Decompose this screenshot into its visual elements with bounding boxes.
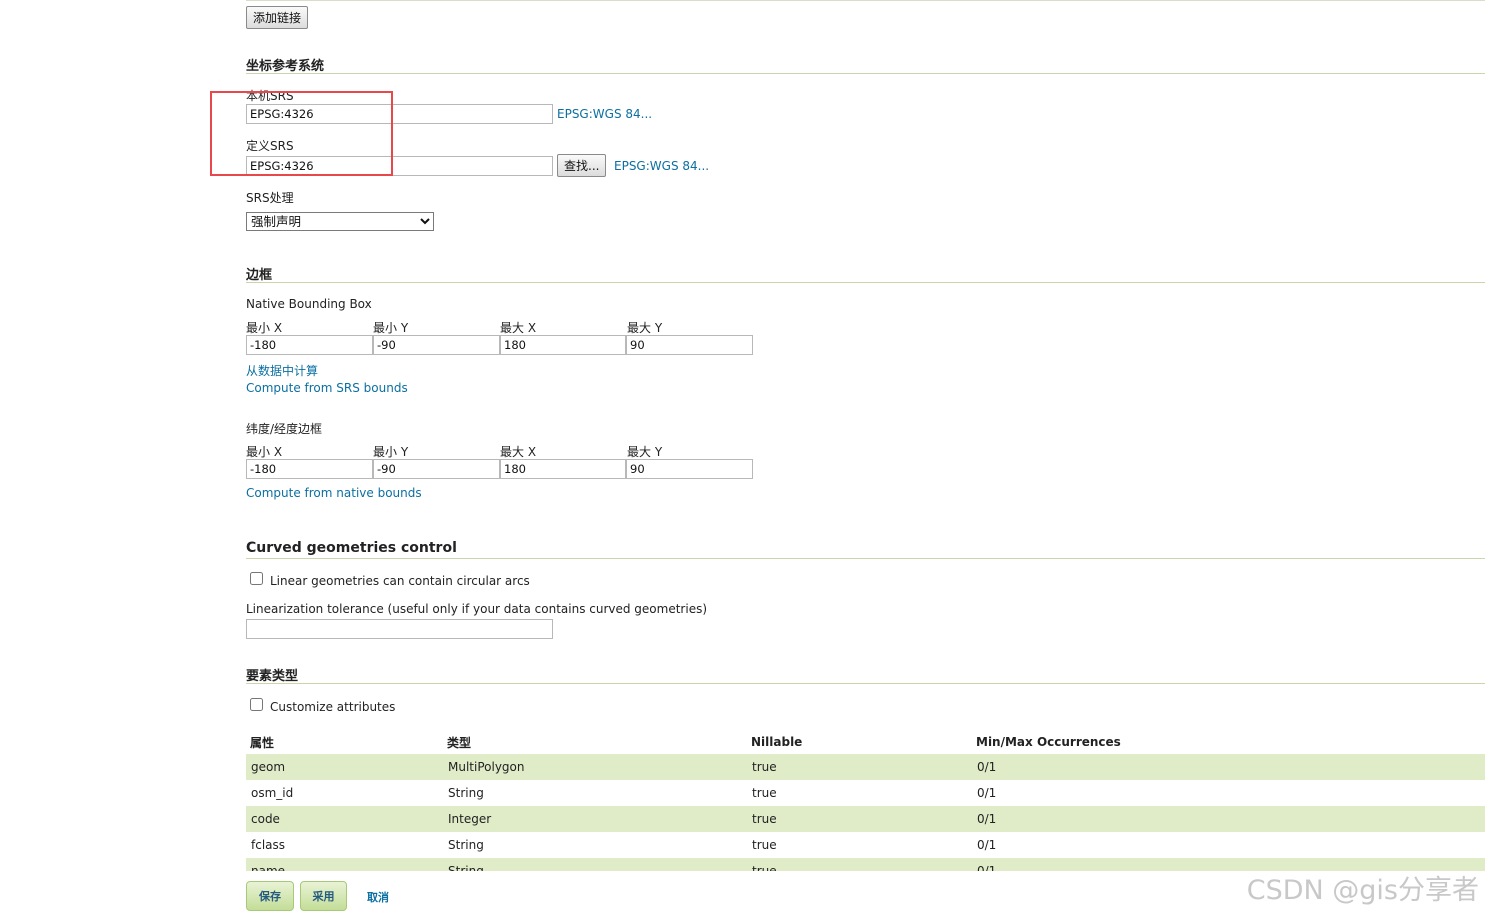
save-button[interactable]: 保存 [246,881,294,911]
latlon-miny-input[interactable] [373,459,500,479]
cell-nillable: true [752,838,777,852]
table-row: code Integer true 0/1 [246,806,1485,832]
latlon-maxx-header: 最大 X [500,445,537,459]
native-maxx-input[interactable] [500,335,626,355]
compute-from-srs-link[interactable]: Compute from SRS bounds [246,381,408,395]
cell-occurrences: 0/1 [977,838,997,852]
latlon-bbox-label: 纬度/经度边框 [246,422,323,436]
latlon-maxy-input[interactable] [626,459,753,479]
latlon-minx-input[interactable] [246,459,373,479]
circular-arcs-label: Linear geometries can contain circular a… [270,574,530,588]
customize-attributes-label: Customize attributes [270,700,396,714]
tolerance-input[interactable] [246,619,553,639]
cell-occurrences: 0/1 [977,786,997,800]
native-minx-input[interactable] [246,335,373,355]
cell-nillable: true [752,786,777,800]
native-srs-label: 本机SRS [246,89,294,103]
table-header-row: 属性 类型 Nillable Min/Max Occurrences [246,730,1485,754]
srs-handling-label: SRS处理 [246,191,294,205]
curved-section-title: Curved geometries control [246,540,1485,559]
add-link-button[interactable]: 添加链接 [246,6,309,29]
col-type: 类型 [447,735,472,750]
native-srs-link[interactable]: EPSG:WGS 84... [557,107,652,121]
srs-handling-select[interactable]: 强制声明 [246,212,434,231]
table-row: osm_id String true 0/1 [246,780,1485,806]
compute-from-data-link[interactable]: 从数据中计算 [246,362,318,379]
native-maxy-header: 最大 Y [627,321,663,335]
latlon-miny-header: 最小 Y [373,445,409,459]
declared-srs-label: 定义SRS [246,139,294,153]
customize-attributes-checkbox[interactable] [250,698,263,711]
cell-nillable: true [747,806,972,832]
cell-attribute: name [246,858,443,871]
attributes-table-container: 属性 类型 Nillable Min/Max Occurrences geom … [246,730,1485,871]
cell-type: String [448,786,484,800]
table-row: fclass String true 0/1 [246,832,1485,858]
cancel-link[interactable]: 取消 [367,889,389,905]
cell-occurrences: 0/1 [972,754,1485,780]
col-occurrences: Min/Max Occurrences [976,735,1121,749]
declared-srs-link[interactable]: EPSG:WGS 84... [614,159,709,173]
col-nillable: Nillable [751,735,803,749]
attributes-table: 属性 类型 Nillable Min/Max Occurrences geom … [246,730,1485,871]
cell-type: MultiPolygon [443,754,747,780]
latlon-maxy-header: 最大 Y [627,445,663,459]
native-bbox-label: Native Bounding Box [246,297,372,311]
table-row: geom MultiPolygon true 0/1 [246,754,1485,780]
find-srs-button[interactable]: 查找... [557,154,607,177]
circular-arcs-checkbox[interactable] [250,572,263,585]
native-maxy-input[interactable] [626,335,753,355]
top-divider [246,0,1485,1]
cell-occurrences: 0/1 [972,806,1485,832]
native-miny-input[interactable] [373,335,500,355]
cell-type: Integer [443,806,747,832]
native-srs-input[interactable] [246,104,553,124]
latlon-minx-header: 最小 X [246,445,283,459]
cell-attribute: osm_id [251,786,294,800]
bbox-section-title: 边框 [246,264,1485,283]
native-minx-header: 最小 X [246,321,283,335]
cell-attribute: code [246,806,443,832]
cell-attribute: fclass [251,838,286,852]
tolerance-label: Linearization tolerance (useful only if … [246,602,708,616]
cell-type: String [443,858,747,871]
col-attribute: 属性 [250,735,275,750]
cell-nillable: true [747,754,972,780]
apply-button[interactable]: 采用 [300,881,347,911]
cell-type: String [448,838,484,852]
compute-from-native-link[interactable]: Compute from native bounds [246,486,422,500]
cell-attribute: geom [246,754,443,780]
cell-nillable: true [747,858,972,871]
native-maxx-header: 最大 X [500,321,537,335]
watermark-text: CSDN @gis分享者 [1246,875,1479,906]
declared-srs-input[interactable] [246,156,553,176]
crs-section-title: 坐标参考系统 [246,55,1485,74]
feature-section-title: 要素类型 [246,665,1485,684]
native-miny-header: 最小 Y [373,321,409,335]
latlon-maxx-input[interactable] [500,459,626,479]
